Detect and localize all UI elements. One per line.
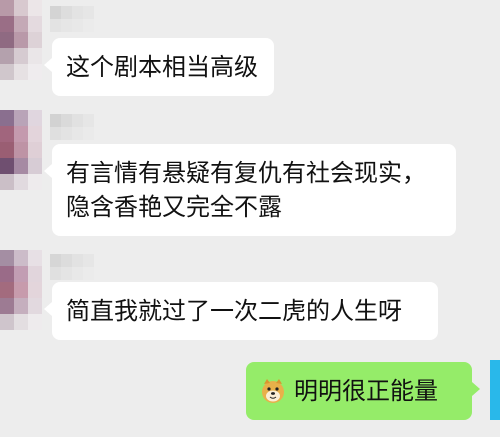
message-bubble[interactable]: 简直我就过了一次二虎的人生呀 (44, 282, 438, 340)
message-text: 明明很正能量 (294, 377, 438, 405)
message-text-line: 有言情有悬疑有复仇有社会现实， (66, 159, 426, 187)
message-text: 这个剧本相当高级 (66, 53, 258, 81)
sender-name-blurred (50, 114, 94, 140)
message-bubble-outgoing[interactable]: 明明很正能量 (246, 362, 480, 420)
sender-avatar-pixelated[interactable] (0, 250, 42, 330)
message-text-line: 隐含香艳又完全不露 (66, 193, 282, 221)
message-bubble[interactable]: 这个剧本相当高级 (44, 38, 274, 96)
sender-avatar-pixelated[interactable] (0, 110, 42, 190)
self-avatar[interactable] (490, 360, 500, 420)
sender-avatar-pixelated[interactable] (0, 0, 42, 80)
sender-name-blurred (50, 254, 94, 280)
message-text: 简直我就过了一次二虎的人生呀 (66, 297, 402, 325)
doge-emoji-icon (262, 379, 284, 403)
message-bubble[interactable]: 有言情有悬疑有复仇有社会现实， 隐含香艳又完全不露 (44, 144, 456, 236)
sender-name-blurred (50, 6, 94, 32)
